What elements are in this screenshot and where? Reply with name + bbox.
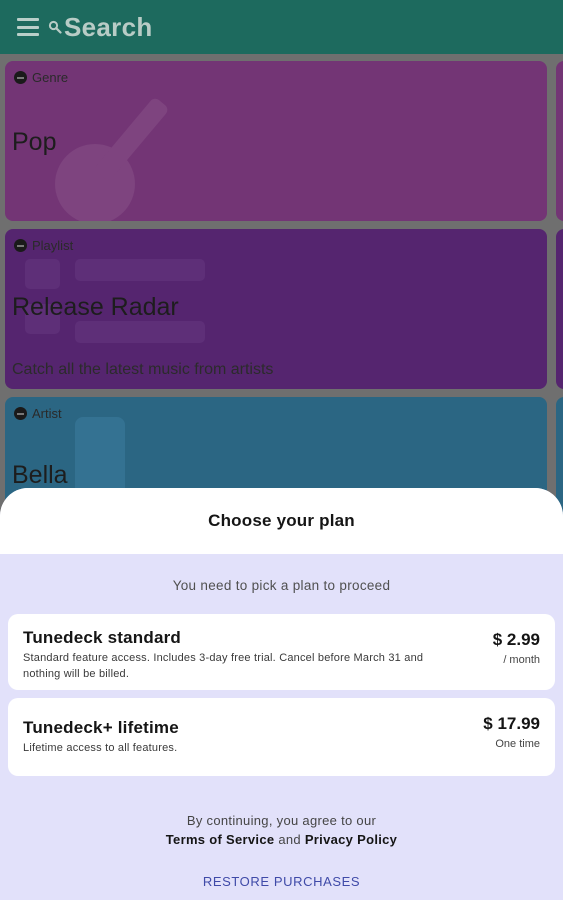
- plan-price: $ 2.99: [492, 630, 540, 649]
- card-title: Pop: [12, 128, 57, 156]
- card-kind: Playlist: [14, 238, 73, 253]
- plan-description: Lifetime access to all features.: [23, 742, 178, 754]
- privacy-policy-link[interactable]: Privacy Policy: [305, 832, 397, 847]
- card-kind-label: Genre: [32, 70, 69, 85]
- plan-description: Standard feature access. Includes 3-day …: [23, 652, 424, 680]
- card-description: Catch all the latest music from artists: [12, 361, 274, 378]
- card-kind: Genre: [14, 70, 68, 85]
- card-title: Bella: [12, 461, 68, 489]
- card-playlist-release-radar[interactable]: Playlist Release Radar Catch all the lat…: [5, 229, 547, 389]
- search-bar[interactable]: Search: [48, 12, 153, 43]
- terms-prefix: By continuing, you agree to our: [186, 813, 377, 828]
- search-icon: [48, 20, 62, 34]
- artist-icon: [75, 417, 125, 497]
- spotify-icon: [14, 71, 27, 84]
- terms-links-line: Terms of Service and Privacy Policy: [0, 830, 563, 849]
- plan-card-lifetime[interactable]: Tunedeck+ lifetime Lifetime access to al…: [8, 698, 555, 776]
- spotify-icon: [14, 407, 27, 420]
- terms-notice: By continuing, you agree to our Terms of…: [0, 811, 563, 849]
- plan-name: Tunedeck+ lifetime: [23, 718, 179, 737]
- card-kind: Artist: [14, 406, 62, 421]
- spotify-icon: [14, 239, 27, 252]
- plan-bottom-sheet: Choose your plan You need to pick a plan…: [0, 488, 563, 900]
- card-peek[interactable]: [556, 229, 563, 389]
- terms-of-service-link[interactable]: Terms of Service: [166, 832, 275, 847]
- card-peek[interactable]: [556, 61, 563, 221]
- card-title: Release Radar: [12, 293, 179, 321]
- sheet-subtitle: You need to pick a plan to proceed: [172, 578, 391, 593]
- terms-and-text: and: [278, 832, 301, 847]
- plan-card-standard[interactable]: Tunedeck standard Standard feature acces…: [8, 614, 555, 690]
- card-genre-pop[interactable]: Genre Pop: [5, 61, 547, 221]
- restore-purchases-button[interactable]: RESTORE PURCHASES: [0, 874, 563, 889]
- sheet-header: Choose your plan: [0, 488, 563, 554]
- plan-price: $ 17.99: [483, 714, 540, 733]
- app-bar: Search: [0, 0, 563, 54]
- menu-icon[interactable]: [17, 18, 39, 36]
- card-kind-label: Artist: [32, 406, 62, 421]
- search-input[interactable]: Search: [64, 12, 153, 43]
- card-kind-label: Playlist: [32, 238, 74, 253]
- plan-name: Tunedeck standard: [23, 628, 182, 647]
- plan-period: / month: [503, 654, 540, 666]
- sheet-title: Choose your plan: [208, 511, 355, 530]
- plan-period: One time: [495, 738, 540, 750]
